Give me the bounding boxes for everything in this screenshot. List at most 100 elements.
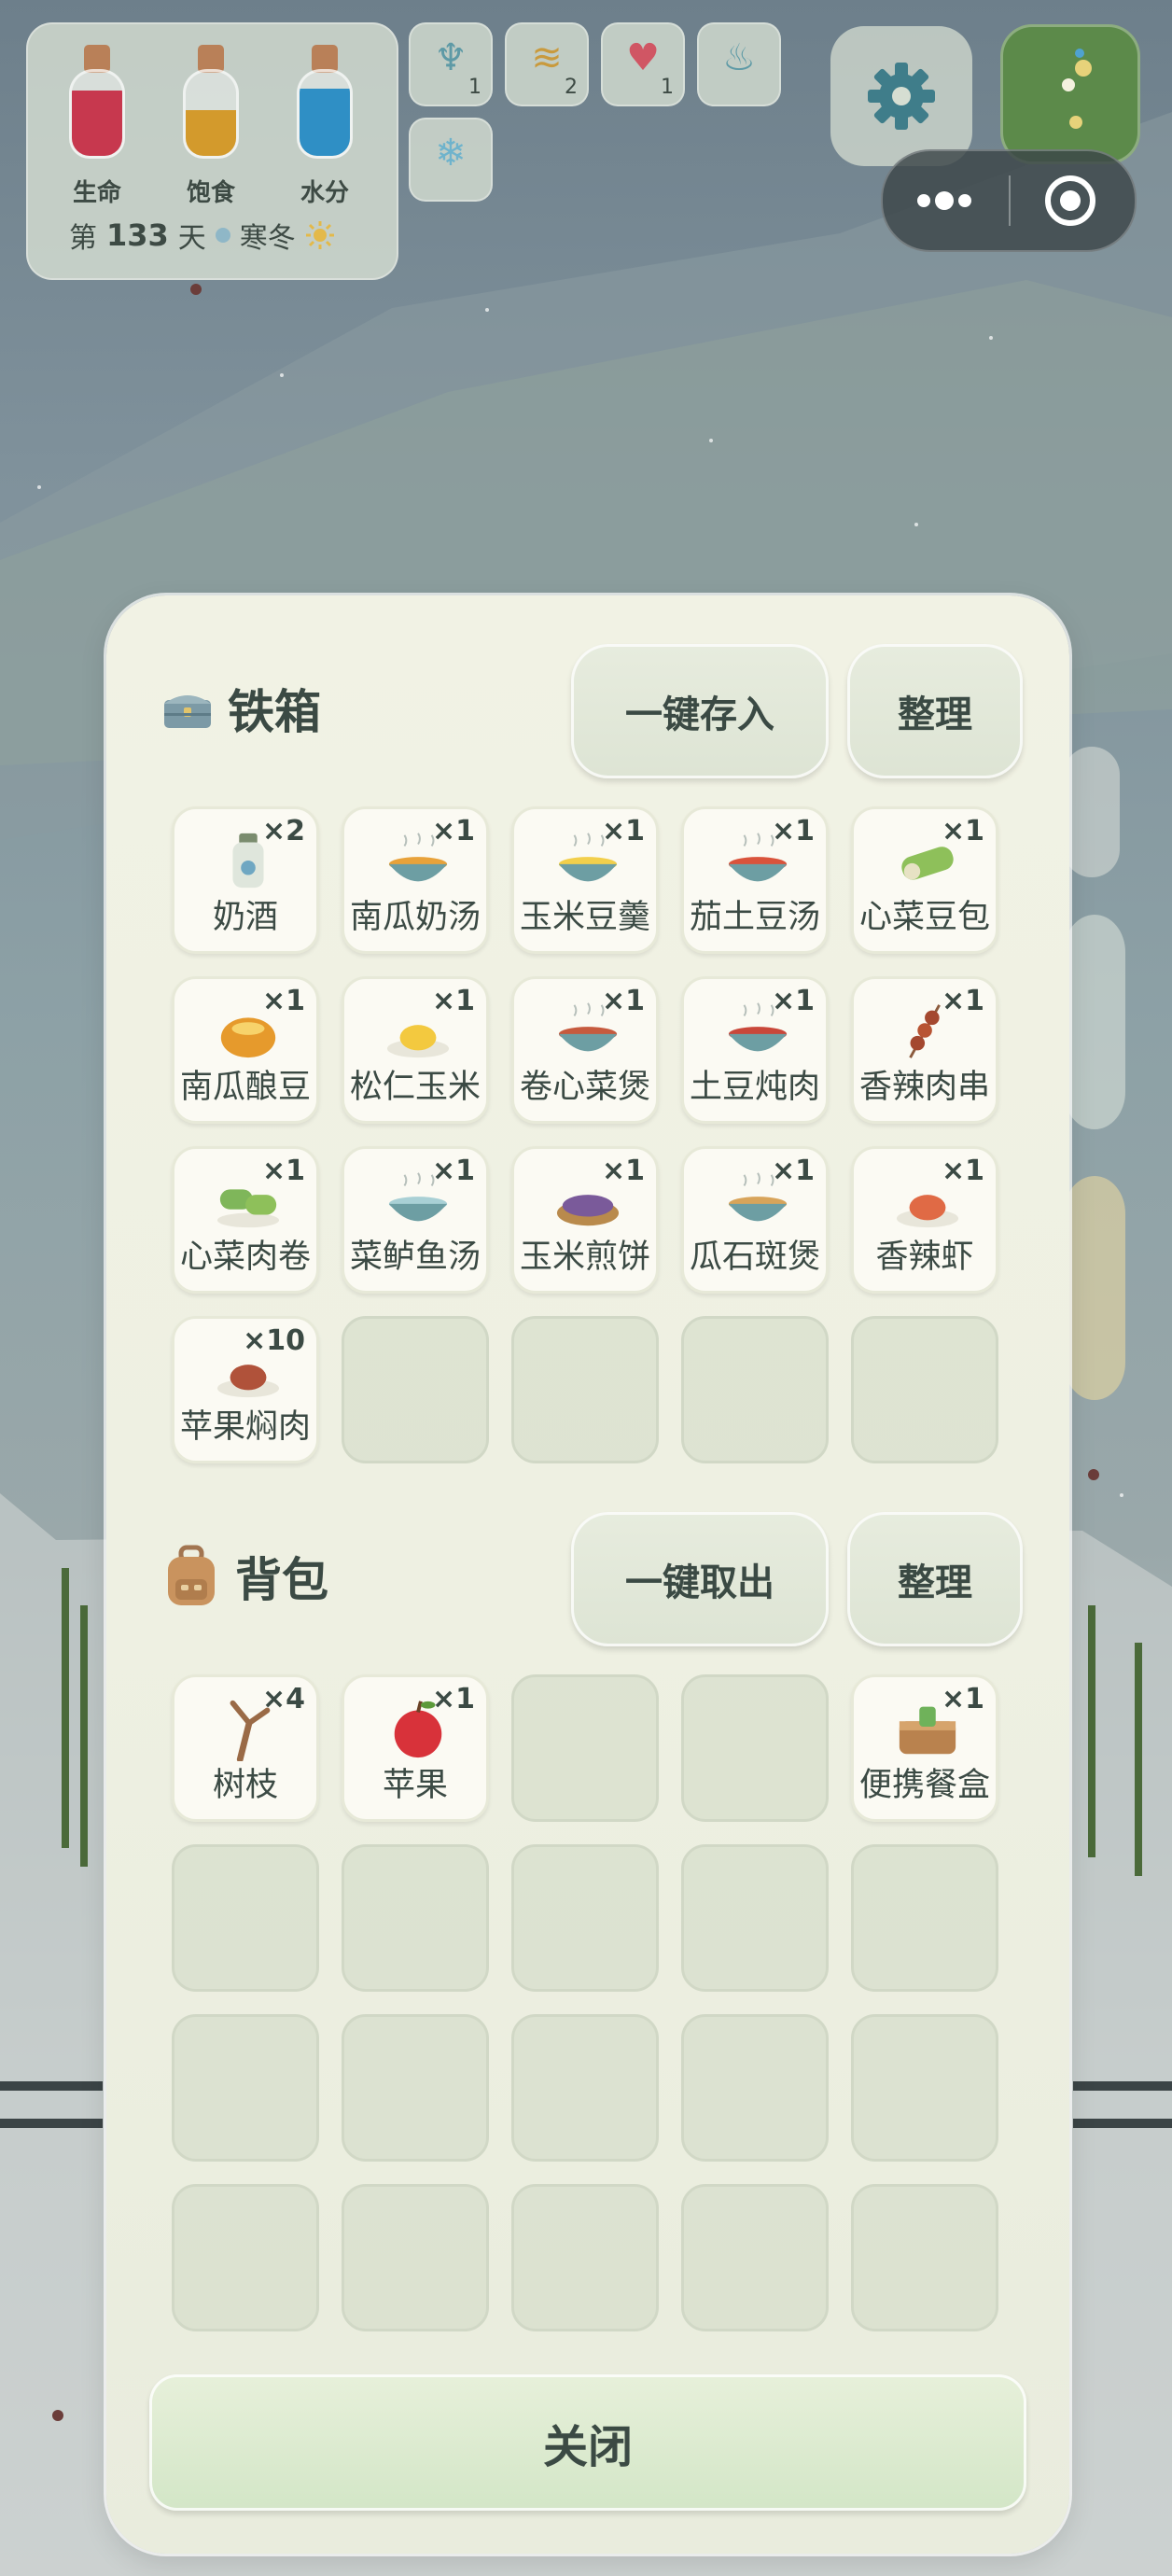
item-quantity: ×1: [601, 815, 645, 847]
empty-inventory-slot[interactable]: [681, 2184, 829, 2331]
inventory-slot[interactable]: ×1 卷心菜煲: [511, 976, 659, 1124]
item-quantity: ×1: [941, 1683, 984, 1715]
item-quantity: ×1: [601, 1155, 645, 1187]
inventory-slot[interactable]: ×1 玉米豆羹: [511, 806, 659, 954]
item-name: 树枝: [212, 1767, 278, 1804]
mini-program-capsule: [881, 149, 1137, 252]
item-quantity: ×1: [601, 985, 645, 1017]
water-bowl-icon: ♨: [722, 36, 756, 79]
item-name: 香辣肉串: [858, 1069, 990, 1106]
empty-inventory-slot[interactable]: [172, 1844, 319, 1992]
inventory-slot[interactable]: ×1 香辣虾: [851, 1146, 998, 1294]
sprout-icon: ♆: [434, 36, 467, 79]
item-name: 玉米煎饼: [519, 1239, 650, 1276]
inventory-slot[interactable]: ×4 树枝: [172, 1674, 319, 1822]
empty-inventory-slot[interactable]: [511, 2184, 659, 2331]
chest-inventory-grid: ×2 奶酒 ×1 南瓜奶汤 ×1 玉米豆羹 ×1 茄土豆汤 ×1 心菜豆包 ×1 南瓜酿豆 ×1 松仁玉米…: [172, 806, 998, 1463]
minimap-markers: [1062, 49, 1092, 129]
empty-inventory-slot[interactable]: [851, 1844, 998, 1992]
close-miniprogram-icon[interactable]: [1009, 151, 1135, 250]
empty-inventory-slot[interactable]: [681, 1844, 829, 1992]
settings-button[interactable]: [830, 26, 972, 166]
empty-inventory-slot[interactable]: [681, 1674, 829, 1822]
heart-plus-icon: ♥: [626, 36, 660, 79]
player-status-panel: 生命 饱食 水分 第 133 天 寒冬: [26, 22, 398, 280]
health-label: 生命: [72, 179, 121, 207]
empty-inventory-slot[interactable]: [511, 2014, 659, 2162]
empty-inventory-slot[interactable]: [511, 1674, 659, 1822]
item-name: 菜鲈鱼汤: [349, 1239, 481, 1276]
snowflake-buff[interactable]: ❄: [409, 118, 493, 202]
empty-inventory-slot[interactable]: [172, 2184, 319, 2331]
inventory-slot[interactable]: ×1 松仁玉米: [342, 976, 489, 1124]
more-options-icon[interactable]: [883, 151, 1009, 250]
empty-inventory-slot[interactable]: [511, 1316, 659, 1463]
water-label: 水分: [300, 179, 349, 207]
inventory-slot[interactable]: ×1 玉米煎饼: [511, 1146, 659, 1294]
item-name: 便携餐盒: [858, 1767, 990, 1804]
inventory-slot[interactable]: ×1 瓜石斑煲: [681, 1146, 829, 1294]
inventory-slot[interactable]: ×10 苹果焖肉: [172, 1316, 319, 1463]
inventory-slot[interactable]: ×1 便携餐盒: [851, 1674, 998, 1822]
store-all-button[interactable]: 一键存入: [571, 644, 829, 778]
inventory-slot[interactable]: ×1 南瓜奶汤: [342, 806, 489, 954]
empty-inventory-slot[interactable]: [342, 1316, 489, 1463]
iron-chest-icon: [164, 695, 211, 728]
inventory-slot[interactable]: ×1 香辣肉串: [851, 976, 998, 1124]
empty-inventory-slot[interactable]: [681, 1316, 829, 1463]
empty-inventory-slot[interactable]: [681, 2014, 829, 2162]
chest-sort-button[interactable]: 整理: [847, 644, 1023, 778]
item-quantity: ×10: [243, 1324, 305, 1357]
backpack-header: 背包: [160, 1506, 328, 1646]
empty-inventory-slot[interactable]: [342, 2014, 489, 2162]
item-quantity: ×1: [431, 1683, 475, 1715]
sun-icon: [305, 220, 335, 250]
beehive-icon: ≋: [531, 36, 563, 79]
chest-title: 铁箱: [228, 685, 321, 739]
item-quantity: ×1: [261, 985, 305, 1017]
item-name: 南瓜奶汤: [349, 899, 481, 936]
inventory-slot[interactable]: ×1 菜鲈鱼汤: [342, 1146, 489, 1294]
buff-count: 1: [468, 76, 481, 99]
minimap[interactable]: [1000, 24, 1140, 164]
item-name: 香辣虾: [875, 1239, 974, 1276]
empty-inventory-slot[interactable]: [172, 2014, 319, 2162]
item-quantity: ×1: [941, 1155, 984, 1187]
hunger-fill: [186, 109, 236, 156]
inventory-slot[interactable]: ×1 苹果: [342, 1674, 489, 1822]
item-name: 心菜肉卷: [179, 1239, 311, 1276]
item-name: 茄土豆汤: [689, 899, 820, 936]
empty-inventory-slot[interactable]: [851, 2184, 998, 2331]
health-bottle-icon: [63, 45, 131, 185]
sprout-buff[interactable]: ♆ 1: [409, 22, 493, 106]
inventory-slot[interactable]: ×1 茄土豆汤: [681, 806, 829, 954]
empty-inventory-slot[interactable]: [511, 1844, 659, 1992]
item-name: 卷心菜煲: [519, 1069, 650, 1106]
item-quantity: ×1: [771, 985, 815, 1017]
backpack-sort-button[interactable]: 整理: [847, 1512, 1023, 1646]
inventory-slot[interactable]: ×1 心菜豆包: [851, 806, 998, 954]
item-quantity: ×1: [431, 1155, 475, 1187]
storage-panel: 铁箱 一键存入 整理 ×2 奶酒 ×1 南瓜奶汤 ×1 玉米豆羹 ×1 茄土豆汤 ×1 心菜豆包 ×…: [106, 595, 1069, 2554]
hunger-label: 饱食: [186, 179, 235, 207]
inventory-slot[interactable]: ×2 奶酒: [172, 806, 319, 954]
day-number: 133: [106, 217, 169, 253]
take-all-button[interactable]: 一键取出: [571, 1512, 829, 1646]
beehive-buff[interactable]: ≋ 2: [505, 22, 589, 106]
empty-inventory-slot[interactable]: [342, 1844, 489, 1992]
empty-inventory-slot[interactable]: [342, 2184, 489, 2331]
item-quantity: ×1: [431, 985, 475, 1017]
item-name: 土豆炖肉: [689, 1069, 820, 1106]
snowflake-icon: ❄: [435, 132, 467, 175]
inventory-slot[interactable]: ×1 土豆炖肉: [681, 976, 829, 1124]
heart-buff[interactable]: ♥ 1: [601, 22, 685, 106]
empty-inventory-slot[interactable]: [851, 2014, 998, 2162]
item-quantity: ×1: [771, 1155, 815, 1187]
water-bowl-buff[interactable]: ♨: [697, 22, 781, 106]
buff-count: 1: [661, 76, 674, 99]
empty-inventory-slot[interactable]: [851, 1316, 998, 1463]
item-quantity: ×1: [941, 985, 984, 1017]
inventory-slot[interactable]: ×1 南瓜酿豆: [172, 976, 319, 1124]
close-button[interactable]: 关闭: [149, 2374, 1026, 2511]
inventory-slot[interactable]: ×1 心菜肉卷: [172, 1146, 319, 1294]
